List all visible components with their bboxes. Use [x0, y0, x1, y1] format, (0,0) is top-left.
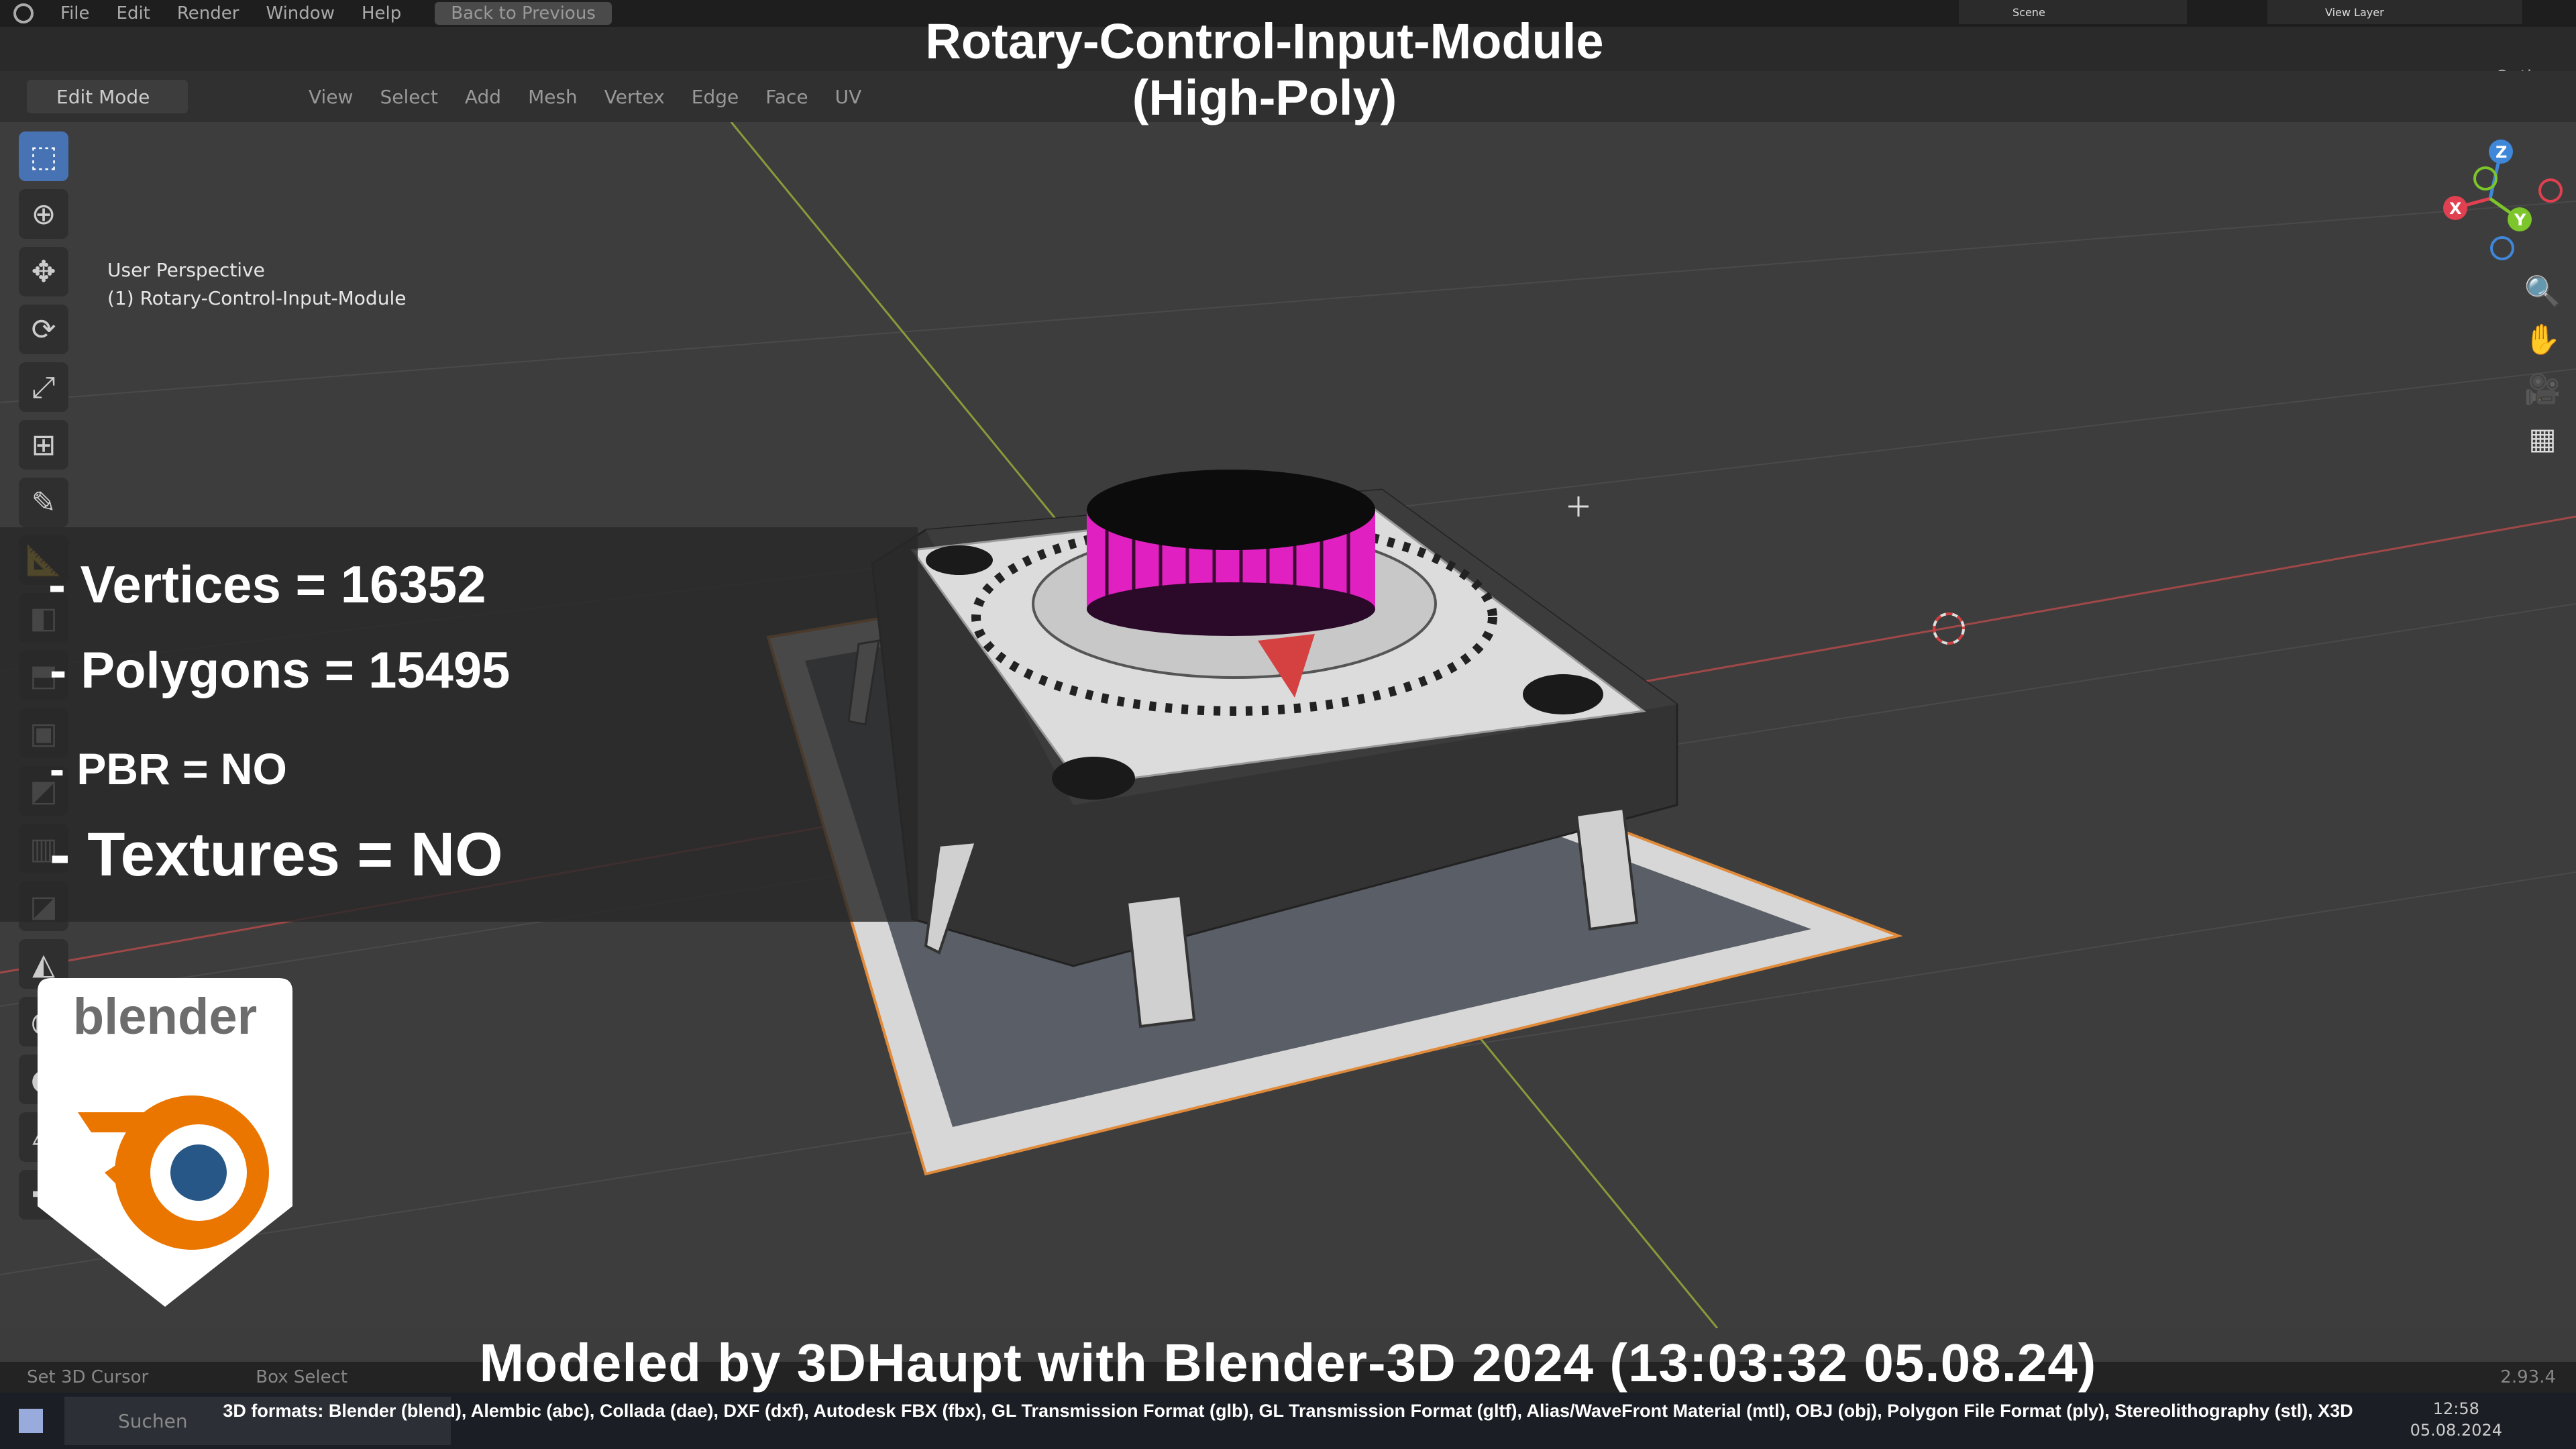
scale-tool-icon[interactable]: ⤢ [19, 362, 68, 412]
transform-tool-icon[interactable]: ⊞ [19, 420, 68, 470]
object-name-label: (1) Rotary-Control-Input-Module [107, 287, 407, 309]
leg-front [1125, 894, 1196, 1028]
camera-view-icon[interactable]: 🎥 [2522, 369, 2563, 409]
vertices-stat: - Vertices = 16352 [48, 555, 486, 614]
screw-top-left [926, 545, 993, 575]
select-box-tool-icon[interactable]: ⬚ [19, 131, 68, 181]
mouse-crosshair-icon [1568, 496, 1589, 517]
zoom-icon[interactable]: 🔍 [2522, 271, 2563, 311]
pan-hand-icon[interactable]: ✋ [2522, 319, 2563, 360]
gizmo-x-label: X [2449, 199, 2462, 218]
credit-caption: Modeled by 3DHaupt with Blender-3D 2024 … [479, 1333, 2097, 1393]
clock-date: 05.08.2024 [2410, 1421, 2502, 1440]
perspective-label: User Perspective [107, 259, 265, 281]
video-title: Rotary-Control-Input-Module (High-Poly) [0, 13, 2529, 126]
gizmo-z-label: Z [2496, 143, 2507, 162]
viewport-info: User Perspective (1) Rotary-Control-Inpu… [107, 256, 406, 313]
annotate-tool-icon[interactable]: ✎ [19, 478, 68, 527]
textures-stat: - Textures = NO [50, 820, 503, 889]
polygons-stat: - Polygons = 15495 [50, 642, 511, 699]
navigation-gizmo[interactable]: Z X Y [2443, 140, 2563, 260]
formats-caption: 3D formats: Blender (blend), Alembic (ab… [223, 1401, 2353, 1421]
rotate-tool-icon[interactable]: ⟳ [19, 305, 68, 354]
screw-right [1523, 674, 1603, 714]
cursor-tool-icon[interactable]: ⊕ [19, 189, 68, 239]
pbr-stat: - PBR = NO [50, 744, 287, 794]
ortho-grid-icon[interactable]: ▦ [2522, 419, 2563, 459]
screw-front [1052, 757, 1135, 800]
title-line-1: Rotary-Control-Input-Module [925, 13, 1604, 69]
move-tool-icon[interactable]: ✥ [19, 247, 68, 297]
blender-logo-word: blender [72, 988, 258, 1045]
title-line-2: (High-Poly) [1132, 70, 1397, 125]
gizmo-y-label: Y [2514, 211, 2526, 229]
knob-top [1087, 470, 1375, 550]
knob-bottom-edge [1087, 582, 1375, 636]
